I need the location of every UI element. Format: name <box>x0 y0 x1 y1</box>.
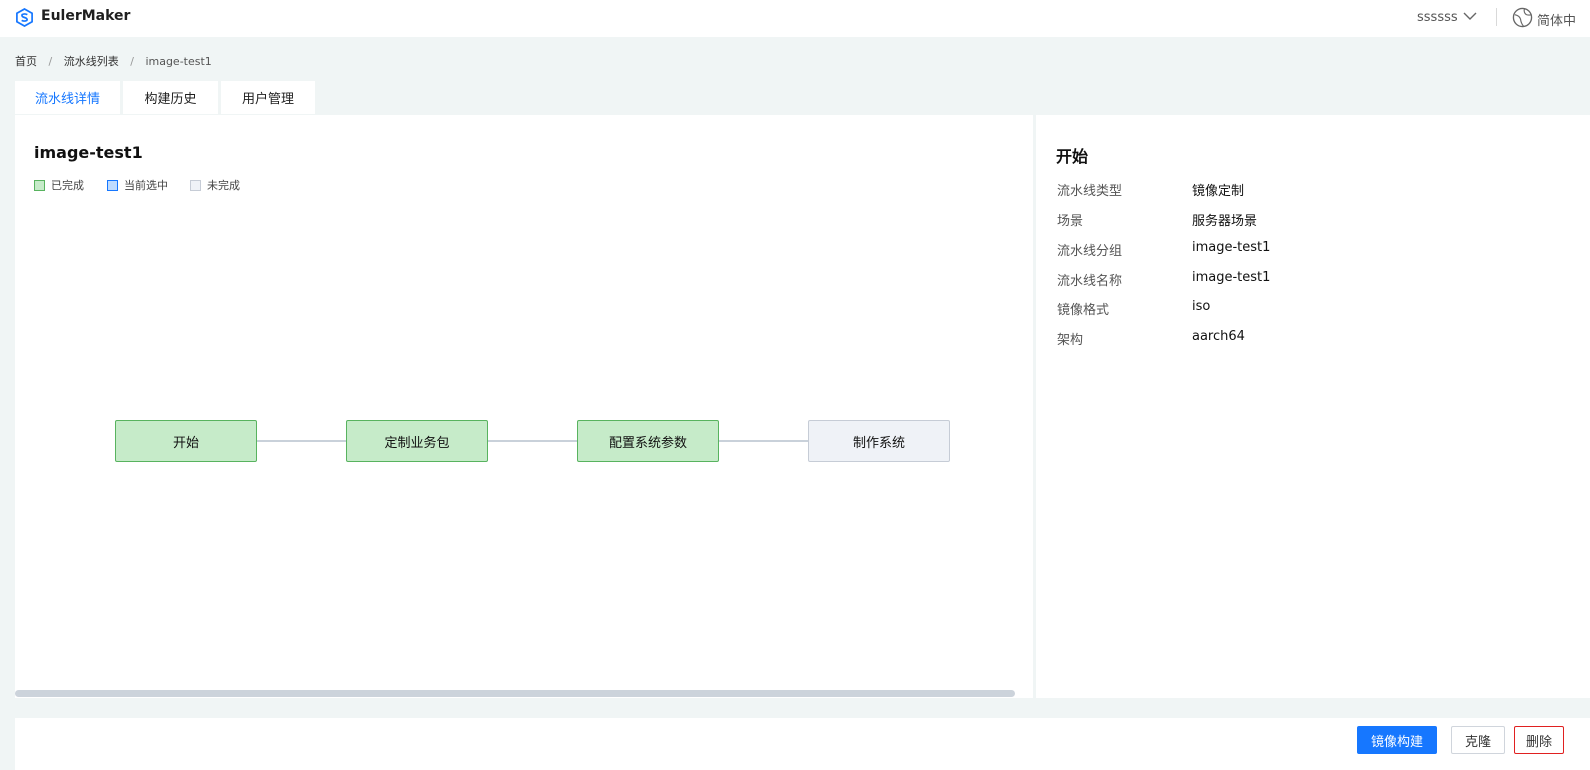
clone-button[interactable]: 克隆 <box>1451 726 1505 754</box>
detail-label: 镜像格式 <box>1057 303 1110 318</box>
breadcrumb-home[interactable]: 首页 <box>15 55 37 68</box>
stage-node-make-system[interactable]: 制作系统 <box>808 420 950 462</box>
detail-value: 镜像定制 <box>1192 184 1245 199</box>
pipeline-title: image-test1 <box>34 143 143 162</box>
breadcrumb-pipeline-list[interactable]: 流水线列表 <box>64 55 119 68</box>
stage-connector <box>257 440 346 442</box>
legend-swatch-done <box>34 179 45 191</box>
legend-item-todo: 未完成 <box>190 177 240 193</box>
stage-label: 定制业务包 <box>384 435 450 451</box>
tab-pipeline-details[interactable]: 流水线详情 <box>15 81 120 114</box>
button-label: 删除 <box>1525 734 1552 750</box>
language-switch[interactable]: 简体中 <box>1537 10 1576 29</box>
legend-swatch-todo <box>190 179 201 191</box>
stage-label: 制作系统 <box>852 435 905 451</box>
stage-detail-panel <box>1036 115 1590 698</box>
eulermaker-logo-icon[interactable] <box>15 8 34 27</box>
top-bar: EulerMaker ssssss 简体中 <box>0 0 1590 37</box>
user-name[interactable]: ssssss <box>1417 10 1458 25</box>
globe-icon[interactable] <box>1512 7 1533 28</box>
button-label: 镜像构建 <box>1370 734 1423 750</box>
tab-label: 流水线详情 <box>34 92 100 107</box>
action-bar <box>15 718 1590 770</box>
breadcrumb-separator: / <box>48 55 53 68</box>
breadcrumb: 首页 / 流水线列表 / image-test1 <box>15 53 212 69</box>
breadcrumb-separator: / <box>130 55 134 68</box>
detail-label: 架构 <box>1057 333 1084 348</box>
breadcrumb-current: image-test1 <box>145 55 212 68</box>
button-label: 克隆 <box>1464 734 1491 750</box>
stage-node-custom-packages[interactable]: 定制业务包 <box>346 420 488 462</box>
detail-value: iso <box>1192 299 1211 314</box>
tab-build-history[interactable]: 构建历史 <box>123 81 218 114</box>
stage-node-start[interactable]: 开始 <box>115 420 257 462</box>
legend-label: 已完成 <box>51 179 84 192</box>
pipeline-graph-panel <box>15 115 1033 698</box>
detail-title: 开始 <box>1056 147 1089 166</box>
legend-item-done: 已完成 <box>34 177 84 193</box>
detail-value: 服务器场景 <box>1192 214 1258 229</box>
detail-value: aarch64 <box>1192 329 1245 344</box>
stage-node-system-params[interactable]: 配置系统参数 <box>577 420 719 462</box>
stage-connector <box>719 440 808 442</box>
divider <box>1496 8 1497 26</box>
tab-label: 构建历史 <box>144 92 197 107</box>
stage-label: 开始 <box>172 435 199 451</box>
tab-label: 用户管理 <box>241 92 294 107</box>
legend-item-selected: 当前选中 <box>107 177 168 193</box>
image-build-button[interactable]: 镜像构建 <box>1357 726 1437 754</box>
detail-label: 流水线分组 <box>1057 244 1123 259</box>
detail-value: image-test1 <box>1192 270 1271 285</box>
detail-value: image-test1 <box>1192 240 1271 255</box>
detail-label: 流水线名称 <box>1057 274 1123 289</box>
legend-label: 未完成 <box>207 179 240 192</box>
legend-label: 当前选中 <box>124 179 168 192</box>
delete-button[interactable]: 删除 <box>1514 726 1564 754</box>
stage-connector <box>488 440 577 442</box>
legend-swatch-selected <box>107 179 118 191</box>
horizontal-scrollbar[interactable] <box>15 690 1015 697</box>
stage-label: 配置系统参数 <box>608 435 687 451</box>
detail-label: 流水线类型 <box>1057 184 1123 199</box>
chevron-down-icon[interactable] <box>1463 11 1477 21</box>
detail-label: 场景 <box>1057 214 1084 229</box>
app-name[interactable]: EulerMaker <box>41 8 130 24</box>
tab-user-management[interactable]: 用户管理 <box>221 81 315 114</box>
